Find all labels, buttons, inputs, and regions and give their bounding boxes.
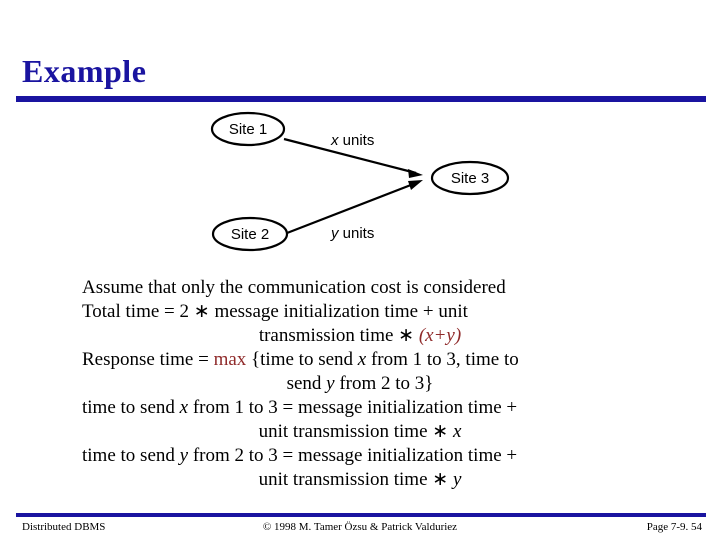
footer-page-number: Page 7-9. 54 bbox=[646, 521, 702, 533]
body-text-span: y bbox=[179, 445, 189, 466]
body-text-span: x bbox=[357, 349, 367, 370]
body-text-span: from 2 to 3} bbox=[334, 373, 434, 394]
arrowhead-x bbox=[408, 169, 423, 178]
body-line: Assume that only the communication cost … bbox=[40, 276, 680, 300]
edge-label-y-unit: units bbox=[339, 225, 375, 242]
body-text-span: max bbox=[213, 349, 247, 370]
edge-label-x-unit: units bbox=[339, 132, 375, 149]
footer-divider bbox=[16, 513, 706, 517]
body-text-span: x bbox=[452, 421, 462, 442]
site-network-diagram: Site 1 Site 2 Site 3 x units y units bbox=[180, 105, 560, 265]
body-line: unit transmission time ∗ x bbox=[40, 420, 680, 444]
footer-copyright: © 1998 M. Tamer Özsu & Patrick Valduriez bbox=[262, 521, 458, 533]
body-text-span: Response time = bbox=[82, 349, 214, 370]
slide-canvas: Example Site 1 Site 2 Site 3 x units y u… bbox=[0, 0, 720, 540]
body-line: time to send y from 2 to 3 = message ini… bbox=[40, 444, 680, 468]
body-line: time to send x from 1 to 3 = message ini… bbox=[40, 396, 680, 420]
slide-footer: Distributed DBMS © 1998 M. Tamer Özsu & … bbox=[0, 521, 720, 539]
body-text-span: send bbox=[286, 373, 327, 394]
body-text-span: {time to send bbox=[246, 349, 358, 370]
node-site1-label: Site 1 bbox=[229, 121, 267, 138]
body-text-span: from 1 to 3, time to bbox=[366, 349, 519, 370]
diagram-svg: Site 1 Site 2 Site 3 x units y units bbox=[210, 111, 510, 252]
body-line: unit transmission time ∗ y bbox=[40, 468, 680, 492]
body-line: send y from 2 to 3} bbox=[40, 372, 680, 396]
body-text-span: ∗ bbox=[193, 301, 210, 322]
node-site2[interactable]: Site 2 bbox=[211, 216, 289, 252]
body-text-span: Assume that only the communication cost … bbox=[82, 277, 506, 298]
title-divider bbox=[16, 96, 706, 102]
body-text-span: y bbox=[452, 469, 462, 490]
page-title: Example bbox=[22, 53, 147, 89]
arrowhead-y bbox=[408, 180, 423, 190]
node-site3[interactable]: Site 3 bbox=[430, 160, 510, 196]
body-line: Total time = 2 ∗ message initialization … bbox=[40, 300, 680, 324]
edge-label-x-units: x units bbox=[330, 132, 374, 149]
node-site3-label: Site 3 bbox=[451, 170, 489, 187]
body-text-span: x bbox=[179, 397, 189, 418]
body-text-span: from 2 to 3 = message initialization tim… bbox=[188, 445, 518, 466]
body-text-span: from 1 to 3 = message initialization tim… bbox=[188, 397, 518, 418]
body-text-span: unit transmission time bbox=[258, 421, 433, 442]
body-line: transmission time ∗ (x+y) bbox=[40, 324, 680, 348]
body-text-span: y bbox=[326, 373, 335, 394]
body-text-span: unit transmission time bbox=[258, 469, 433, 490]
body-text-span: transmission time bbox=[258, 325, 399, 346]
body-text-span: ∗ bbox=[432, 421, 449, 442]
body-text-span: ∗ bbox=[398, 325, 415, 346]
body-text-span: message initialization time + unit bbox=[209, 301, 468, 322]
node-site1[interactable]: Site 1 bbox=[210, 111, 286, 147]
node-site2-label: Site 2 bbox=[231, 226, 269, 243]
body-text-span: (x+y) bbox=[418, 325, 462, 346]
body-text-span: ∗ bbox=[432, 469, 449, 490]
edge-label-y-units: y units bbox=[330, 225, 374, 242]
body-line: Response time = max {time to send x from… bbox=[40, 348, 680, 372]
body-text-span: time to send bbox=[82, 445, 180, 466]
body-text-span: time to send bbox=[82, 397, 180, 418]
body-text-block: Assume that only the communication cost … bbox=[40, 276, 680, 492]
body-text-span: Total time = 2 bbox=[82, 301, 194, 322]
